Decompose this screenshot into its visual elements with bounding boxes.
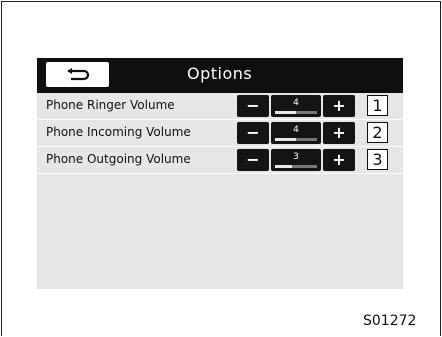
row-label: Phone Ringer Volume [46,98,175,112]
level-indicator: 4 [271,95,321,117]
page-title: Options [187,64,253,83]
options-screen: Options Phone Ringer Volume − 4 + Phone … [37,58,403,289]
callout-1: 1 [367,95,388,116]
level-fill [275,111,296,114]
decrease-button[interactable]: − [237,95,269,117]
increase-button[interactable]: + [323,95,355,117]
level-track [275,138,317,141]
row-divider [37,173,403,174]
level-indicator: 4 [271,122,321,144]
increase-button[interactable]: + [323,122,355,144]
row-label: Phone Incoming Volume [46,125,191,139]
back-button[interactable] [46,62,109,87]
level-value: 4 [293,98,299,108]
decrease-button[interactable]: − [237,149,269,171]
level-fill [275,165,292,168]
row-phone-ringer-volume: Phone Ringer Volume − 4 + [37,93,403,120]
level-fill [275,138,296,141]
callout-3: 3 [367,149,388,170]
level-track [275,165,317,168]
row-phone-incoming-volume: Phone Incoming Volume − 4 + [37,120,403,147]
row-phone-outgoing-volume: Phone Outgoing Volume − 3 + [37,147,403,174]
decrease-button[interactable]: − [237,122,269,144]
level-indicator: 3 [271,149,321,171]
increase-button[interactable]: + [323,149,355,171]
figure-reference: S01272 [363,313,417,329]
callout-2: 2 [367,122,388,143]
level-track [275,111,317,114]
row-label: Phone Outgoing Volume [46,152,191,166]
header-bar: Options [37,58,403,93]
level-value: 4 [293,125,299,135]
level-value: 3 [293,152,299,162]
return-arrow-icon [66,67,89,80]
